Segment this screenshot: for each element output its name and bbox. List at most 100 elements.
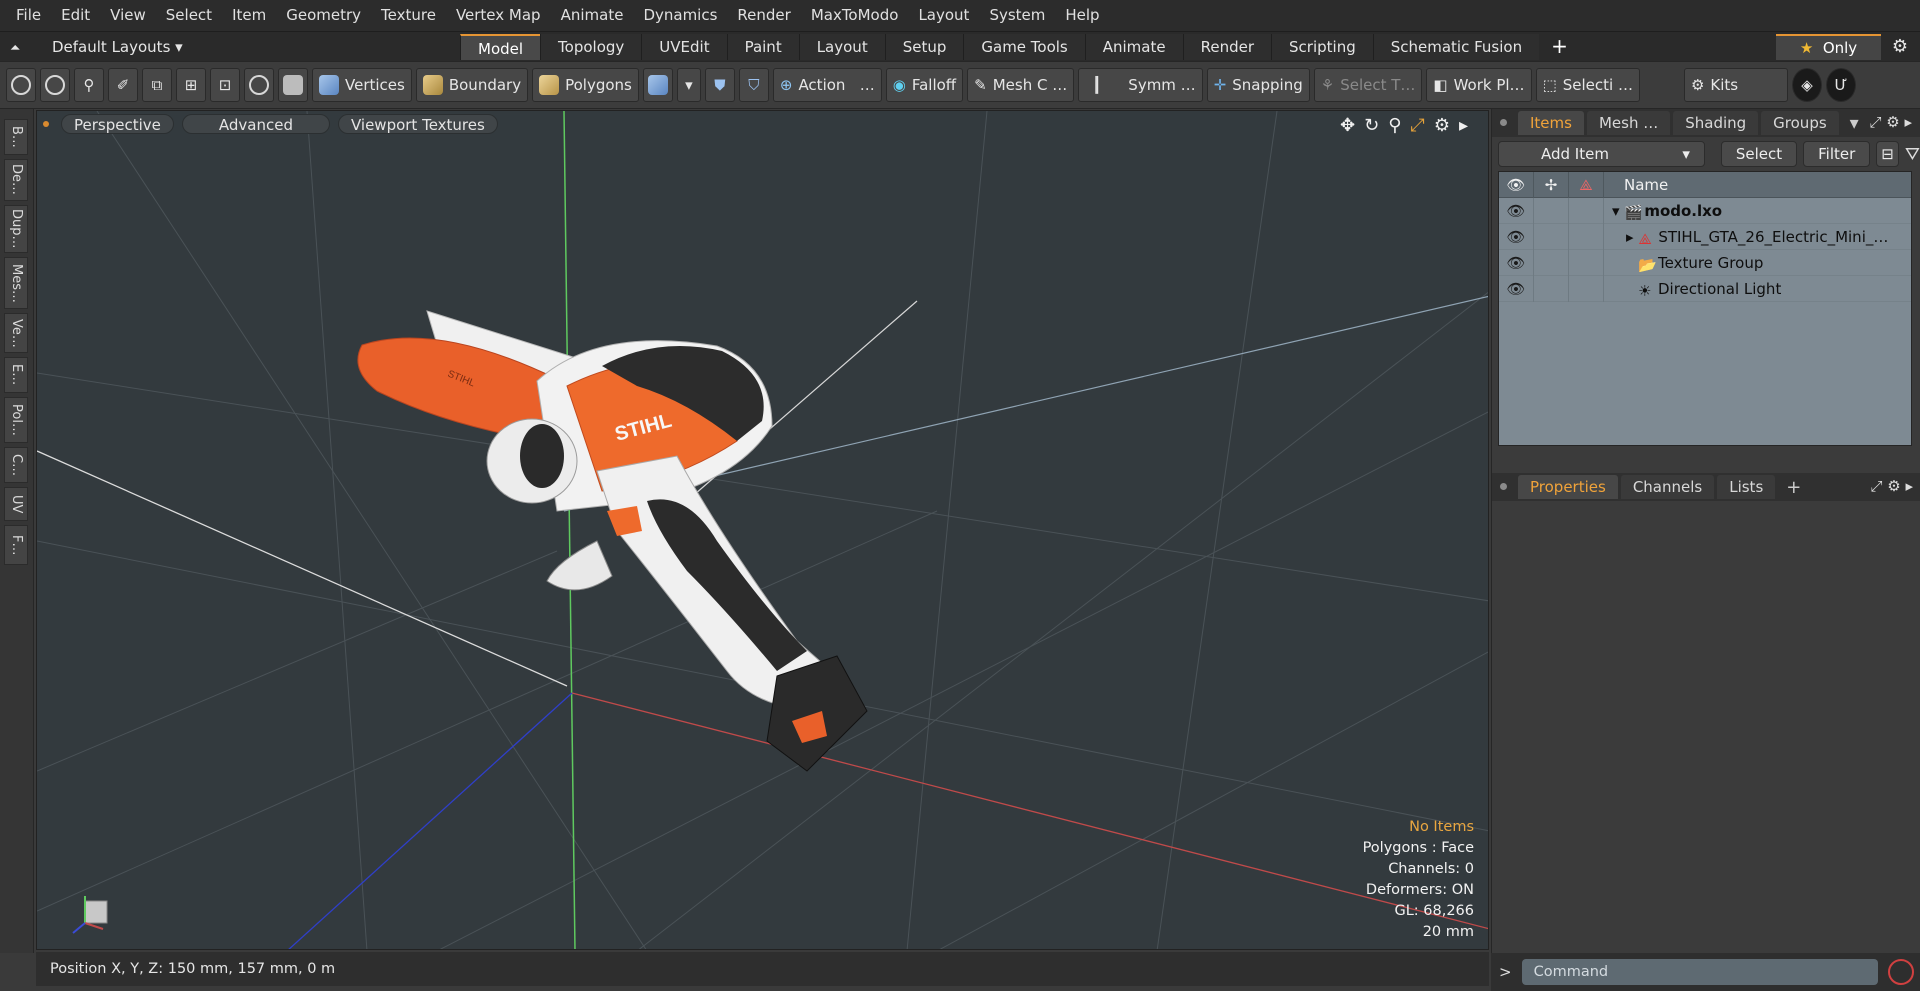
panel-menu-dot-icon[interactable]	[1500, 119, 1507, 126]
eye-icon[interactable]: 👁	[1499, 223, 1534, 250]
selection-sets-button[interactable]: ⬚ Selecti …	[1535, 68, 1640, 102]
zoom-icon[interactable]: ⚲	[1388, 115, 1401, 136]
advanced-button[interactable]: Advanced	[181, 114, 330, 134]
select-button[interactable]: Select	[1720, 141, 1798, 167]
menu-maxtomodo[interactable]: MaxToModo	[801, 0, 909, 31]
frame-tool[interactable]: ⊡	[210, 68, 240, 102]
expand-triangle-icon[interactable]: ▾	[1612, 202, 1620, 220]
symmetry-button[interactable]: ▕▏ Symm …	[1078, 68, 1203, 102]
rotate-icon[interactable]: ↻	[1364, 115, 1379, 136]
item-mode-button[interactable]	[278, 68, 308, 102]
tab-animate[interactable]: Animate	[1084, 34, 1183, 60]
kits-button[interactable]: ⚙ Kits	[1683, 68, 1788, 102]
viewport-arrow-icon[interactable]: ▸	[1459, 115, 1468, 136]
tab-properties[interactable]: Properties	[1518, 475, 1618, 499]
tab-schematic-fusion[interactable]: Schematic Fusion	[1372, 34, 1540, 60]
action-center-a[interactable]: ⛊	[704, 68, 735, 102]
tab-model[interactable]: Model	[460, 34, 541, 60]
menu-view[interactable]: View	[100, 0, 156, 31]
left-tab-edge[interactable]: E…	[4, 357, 28, 393]
filter-funnel-icon[interactable]: ⛛	[1905, 144, 1920, 165]
menu-help[interactable]: Help	[1055, 0, 1109, 31]
tab-items[interactable]: Items	[1518, 111, 1584, 135]
left-tab-basic[interactable]: B…	[4, 119, 28, 155]
props-arrow-icon[interactable]: ▸	[1905, 477, 1913, 495]
list-item[interactable]: 👁 📂Texture Group	[1499, 249, 1911, 276]
list-item[interactable]: 👁 ▸ ⟁ STIHL_GTA_26_Electric_Mini_…	[1499, 223, 1911, 250]
left-tab-polygon[interactable]: Pol…	[4, 397, 28, 443]
maximize-icon[interactable]: ⤢	[1410, 115, 1424, 136]
left-tab-vertex[interactable]: Ve…	[4, 313, 28, 353]
mesh-constraint-button[interactable]: ✎ Mesh C …	[967, 68, 1075, 102]
tab-lists[interactable]: Lists	[1717, 475, 1776, 499]
left-tab-uv[interactable]: UV	[4, 487, 28, 521]
props-gear-icon[interactable]: ⚙	[1887, 477, 1900, 495]
expand-icon[interactable]: ⤢	[1870, 477, 1882, 495]
tab-game-tools[interactable]: Game Tools	[963, 34, 1085, 60]
tab-mesh[interactable]: Mesh …	[1586, 111, 1671, 135]
collapse-arrow-icon[interactable]: ⏶	[10, 34, 32, 64]
brush-tool[interactable]: ✐	[108, 68, 138, 102]
snapping-button[interactable]: ✛ Snapping	[1206, 68, 1310, 102]
pie-tool[interactable]	[244, 68, 274, 102]
menu-geometry[interactable]: Geometry	[276, 0, 371, 31]
type-column-icon[interactable]: ⟁	[1569, 171, 1604, 198]
globe-tool[interactable]	[40, 68, 70, 102]
eye-icon[interactable]: 👁	[1499, 249, 1534, 276]
perspective-button[interactable]: Perspective	[61, 114, 174, 134]
left-tab-deform[interactable]: De…	[4, 159, 28, 201]
visibility-column-eye-icon[interactable]: 👁	[1499, 171, 1534, 198]
workplane-button[interactable]: ◧ Work Pl…	[1426, 68, 1532, 102]
panel-gear-icon[interactable]: ⚙	[1886, 113, 1899, 131]
mode-dropdown[interactable]: ▾	[676, 68, 701, 102]
tab-setup[interactable]: Setup	[884, 34, 964, 60]
left-tab-mesh-edit[interactable]: Mes…	[4, 257, 28, 309]
action-center-b[interactable]: ⛉	[738, 68, 769, 102]
lock-column-icon[interactable]: ✢	[1534, 171, 1569, 198]
tab-topology[interactable]: Topology	[540, 34, 642, 60]
collapse-button[interactable]: ⊟	[1876, 141, 1899, 167]
left-tab-curve[interactable]: C…	[4, 447, 28, 483]
lasso-tool[interactable]: ⚲	[74, 68, 104, 102]
falloff-button[interactable]: ◉ Falloff	[885, 68, 964, 102]
menu-select[interactable]: Select	[156, 0, 222, 31]
only-toggle[interactable]: ★ Only	[1776, 34, 1881, 60]
menu-edit[interactable]: Edit	[51, 0, 100, 31]
boundary-button[interactable]: Boundary	[415, 68, 529, 102]
polygons-button[interactable]: Polygons	[532, 68, 639, 102]
tab-groups[interactable]: Groups	[1761, 111, 1839, 135]
select-circle-tool[interactable]	[6, 68, 36, 102]
expand-icon[interactable]: ⤢	[1869, 113, 1881, 131]
action-center-button[interactable]: ⊕ Action …	[772, 68, 882, 102]
vertices-button[interactable]: Vertices	[312, 68, 412, 102]
unity-button[interactable]: ◈	[1791, 68, 1822, 102]
eye-icon[interactable]: 👁	[1499, 275, 1534, 302]
menu-animate[interactable]: Animate	[551, 0, 634, 31]
left-tab-fusion[interactable]: F…	[4, 525, 28, 565]
tab-channels[interactable]: Channels	[1620, 475, 1715, 499]
viewport-gear-icon[interactable]: ⚙	[1434, 115, 1450, 136]
menu-dynamics[interactable]: Dynamics	[633, 0, 727, 31]
tab-shading[interactable]: Shading	[1673, 111, 1759, 135]
grid-tool[interactable]: ⊞	[176, 68, 206, 102]
menu-system[interactable]: System	[979, 0, 1055, 31]
tab-render[interactable]: Render	[1182, 34, 1272, 60]
viewport-textures-button[interactable]: Viewport Textures	[337, 114, 498, 134]
unreal-button[interactable]: Ư	[1825, 68, 1856, 102]
name-column-header[interactable]: Name	[1604, 176, 1668, 194]
command-arrow-icon[interactable]: >	[1499, 963, 1512, 981]
tab-paint[interactable]: Paint	[726, 34, 799, 60]
record-macro-icon[interactable]	[1887, 959, 1914, 985]
list-item[interactable]: 👁 ☀ Directional Light	[1499, 275, 1911, 302]
material-mode-button[interactable]	[642, 68, 673, 102]
tab-layout[interactable]: Layout	[798, 34, 885, 60]
menu-item[interactable]: Item	[222, 0, 276, 31]
filter-button[interactable]: Filter	[1803, 141, 1871, 167]
tab-scripting[interactable]: Scripting	[1271, 34, 1373, 60]
add-tab-plus-icon[interactable]: +	[1778, 477, 1809, 498]
menu-vertex-map[interactable]: Vertex Map	[446, 0, 551, 31]
list-item[interactable]: 👁 ▾ 🎬modo.lxo	[1499, 197, 1911, 224]
menu-render[interactable]: Render	[727, 0, 800, 31]
gear-icon[interactable]: ⚙	[1892, 36, 1908, 57]
eye-icon[interactable]: 👁	[1499, 197, 1534, 224]
